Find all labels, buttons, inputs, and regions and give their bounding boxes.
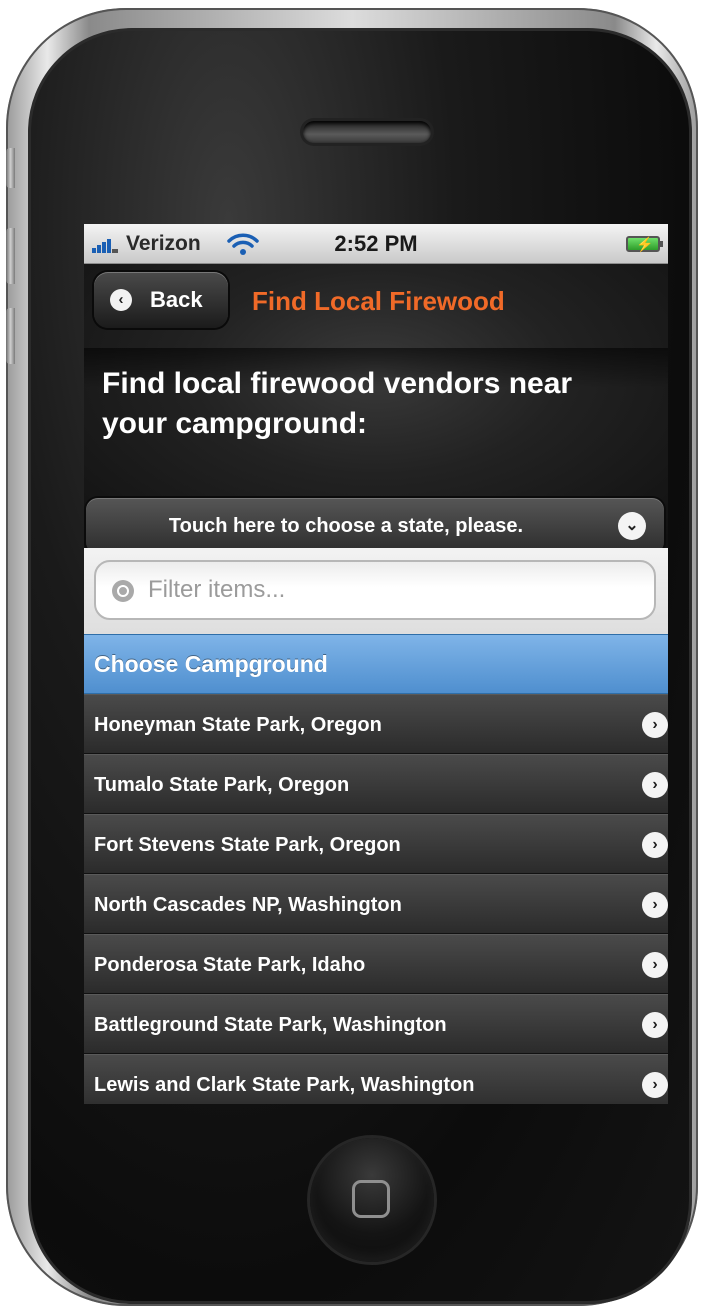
campground-list: Honeyman State Park, Oregon › Tumalo Sta…	[84, 694, 668, 1104]
chevron-right-icon: ›	[642, 832, 668, 858]
earpiece-speaker	[303, 121, 431, 143]
home-square-icon	[352, 1180, 390, 1218]
status-bar: Verizon 2:52 PM ⚡	[84, 224, 668, 264]
list-item-label: Fort Stevens State Park, Oregon	[94, 834, 401, 856]
list-item[interactable]: Tumalo State Park, Oregon ›	[84, 754, 668, 814]
state-select-label: Touch here to choose a state, please.	[168, 515, 524, 537]
filter-placeholder: Filter items...	[148, 576, 286, 603]
filter-bar: Filter items...	[84, 548, 668, 634]
back-button-label: Back	[150, 287, 203, 312]
charging-bolt-icon: ⚡	[636, 236, 654, 252]
page-header: ‹ Back Find Local Firewood Find local fi…	[84, 264, 668, 554]
list-item-label: Battleground State Park, Washington	[94, 1014, 447, 1036]
chevron-left-icon: ‹	[110, 289, 132, 311]
chevron-right-icon: ›	[642, 772, 668, 798]
list-item-label: Honeyman State Park, Oregon	[94, 714, 382, 736]
chevron-right-icon: ›	[642, 1072, 668, 1098]
chevron-right-icon: ›	[642, 892, 668, 918]
chevron-right-icon: ›	[642, 1012, 668, 1038]
state-select[interactable]: Touch here to choose a state, please. ⌄	[86, 498, 664, 554]
phone-screen: Verizon 2:52 PM ⚡ ‹ Back Find Local Fire…	[84, 224, 668, 1104]
volume-up-button	[6, 228, 15, 284]
chevron-right-icon: ›	[642, 952, 668, 978]
search-icon	[112, 580, 134, 602]
home-button[interactable]	[310, 1138, 434, 1262]
list-item[interactable]: Battleground State Park, Washington ›	[84, 994, 668, 1054]
back-button[interactable]: ‹ Back	[94, 272, 228, 328]
battery-charging-icon: ⚡	[626, 236, 663, 252]
mute-switch	[6, 148, 15, 188]
volume-down-button	[6, 308, 15, 364]
list-item[interactable]: Ponderosa State Park, Idaho ›	[84, 934, 668, 994]
chevron-right-icon: ›	[642, 712, 668, 738]
list-item[interactable]: Fort Stevens State Park, Oregon ›	[84, 814, 668, 874]
chevron-down-icon: ⌄	[618, 512, 646, 540]
list-item[interactable]: North Cascades NP, Washington ›	[84, 874, 668, 934]
list-divider: Choose Campground	[84, 634, 668, 694]
status-time: 2:52 PM	[334, 231, 418, 256]
list-item-label: North Cascades NP, Washington	[94, 894, 402, 916]
list-item[interactable]: Lewis and Clark State Park, Washington ›	[84, 1054, 668, 1104]
page-title: Find Local Firewood	[252, 286, 505, 316]
list-divider-label: Choose Campground	[94, 651, 328, 677]
filter-input[interactable]: Filter items...	[94, 560, 656, 620]
list-item-label: Tumalo State Park, Oregon	[94, 774, 350, 796]
list-item-label: Lewis and Clark State Park, Washington	[94, 1074, 475, 1096]
list-item[interactable]: Honeyman State Park, Oregon ›	[84, 694, 668, 754]
intro-text: Find local firewood vendors near your ca…	[102, 367, 573, 440]
list-item-label: Ponderosa State Park, Idaho	[94, 954, 366, 976]
